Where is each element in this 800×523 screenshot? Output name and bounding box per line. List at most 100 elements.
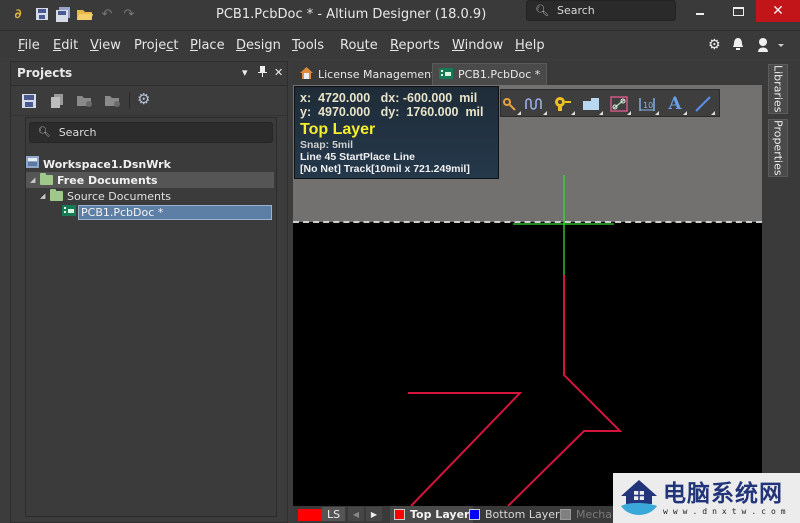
menu-route[interactable]: Route — [340, 38, 378, 53]
heads-up-display: x: 4720.000 dx: -600.000 mil y: 4970.000… — [294, 86, 499, 179]
track-existing — [408, 392, 523, 506]
menu-accelerator: P — [190, 38, 198, 53]
dimension-icon[interactable]: 10 — [635, 93, 659, 115]
top-layer-swatch — [394, 509, 405, 520]
tree-item-pcb1[interactable]: PCB1.PcbDoc * — [62, 204, 272, 220]
pad-icon[interactable] — [551, 93, 575, 115]
project-tree: 🔍︎ Search Workspace1.DsnWrk ◢ Free Docum… — [25, 117, 277, 517]
component-icon[interactable] — [607, 93, 631, 115]
menu-accelerator: u — [356, 38, 365, 53]
scroll-right-icon[interactable]: ▶ — [366, 507, 382, 521]
menu-tools[interactable]: Tools — [292, 38, 324, 53]
menu-accelerator: D — [236, 38, 247, 53]
polygon-icon[interactable] — [579, 93, 603, 115]
mechanical-layer-swatch — [560, 509, 571, 520]
save-project-icon[interactable] — [22, 93, 38, 108]
panel-search-input[interactable]: 🔍︎ Search — [29, 122, 273, 143]
menu-help[interactable]: Help — [515, 38, 545, 53]
close-button[interactable]: ✕ — [756, 0, 800, 22]
search-placeholder: Search — [58, 126, 97, 139]
hud-snap: Snap: 5mil — [300, 139, 354, 151]
add-folder-icon[interactable] — [77, 93, 93, 107]
panel-close-icon[interactable]: ✕ — [274, 66, 283, 79]
pcb-doc-icon — [62, 205, 76, 219]
panel-toolbar: ⚙ — [11, 86, 287, 116]
panel-menu-icon[interactable]: ▾ — [242, 66, 248, 79]
panel-title: Projects — [17, 66, 73, 80]
layer-tab-bottom[interactable]: Bottom Layer — [465, 506, 564, 523]
svg-text:10: 10 — [643, 101, 653, 110]
app-logo-icon[interactable]: ∂ — [10, 6, 26, 22]
remove-folder-icon[interactable] — [105, 93, 121, 107]
copy-project-icon[interactable] — [50, 93, 66, 108]
home-icon — [300, 66, 313, 82]
menu-accelerator: V — [90, 38, 99, 53]
scroll-left-icon[interactable]: ◀ — [348, 507, 364, 521]
diff-pair-icon[interactable] — [523, 93, 547, 115]
hud-x-row: x: 4720.000 dx: -600.000 mil — [300, 91, 478, 105]
current-layer-swatch — [298, 508, 322, 521]
expand-arrow-icon[interactable]: ◢ — [40, 192, 50, 200]
tree-item-free-documents[interactable]: ◢ Free Documents — [26, 172, 274, 188]
user-icon[interactable] — [756, 37, 784, 57]
tab-license-management[interactable]: License Management — [294, 63, 441, 85]
expand-arrow-icon[interactable]: ◢ — [30, 176, 40, 184]
settings-icon[interactable]: ⚙ — [137, 90, 153, 108]
menu-design[interactable]: Design — [236, 38, 281, 53]
current-layer-color[interactable] — [298, 506, 322, 523]
save-icon[interactable] — [34, 6, 50, 22]
menu-file[interactable]: File — [18, 38, 40, 53]
redo-icon[interactable]: ↷ — [121, 6, 137, 22]
window-title: PCB1.PcbDoc * - Altium Designer (18.0.9) — [216, 7, 487, 22]
workspace-icon — [26, 156, 40, 172]
pcb-icon — [439, 67, 453, 82]
menu-project[interactable]: Project — [134, 38, 179, 53]
watermark-url: www.dnxtw.com — [663, 506, 791, 516]
layer-set-button[interactable]: LS — [322, 507, 346, 521]
search-icon: 🔍︎ — [535, 4, 549, 17]
track-in-progress — [507, 275, 623, 506]
bell-icon[interactable] — [732, 37, 744, 55]
search-placeholder: Search — [556, 4, 595, 17]
global-search-input[interactable]: 🔍︎ Search — [526, 0, 676, 21]
menu-accelerator: c — [166, 38, 174, 53]
toolbar-divider — [129, 92, 130, 109]
title-bar: ∂ ↶ ↷ PCB1.PcbDoc * - Altium Designer (1… — [0, 0, 800, 30]
open-folder-icon[interactable] — [77, 6, 93, 22]
save-all-icon[interactable] — [55, 6, 71, 22]
interactive-route-icon[interactable] — [497, 93, 521, 115]
line-icon[interactable] — [691, 93, 715, 115]
menu-accelerator: T — [292, 38, 298, 53]
properties-tab[interactable]: Properties — [768, 119, 788, 177]
menu-accelerator: R — [390, 38, 399, 53]
watermark-title: 电脑系统网 — [663, 479, 783, 507]
menu-window[interactable]: Window — [452, 38, 503, 53]
maximize-icon — [732, 6, 744, 16]
hud-layer: Top Layer — [300, 121, 376, 138]
folder-icon — [50, 189, 63, 201]
menu-accelerator: W — [452, 38, 465, 53]
menu-view[interactable]: View — [90, 38, 121, 53]
pcb-canvas[interactable]: x: 4720.000 dx: -600.000 mil y: 4970.000… — [293, 85, 762, 506]
string-icon[interactable]: A — [663, 93, 687, 115]
gear-icon[interactable]: ⚙ — [708, 37, 721, 53]
menu-reports[interactable]: Reports — [390, 38, 440, 53]
document-tabs: License Management PCB1.PcbDoc * — [292, 61, 762, 85]
tab-pcb1[interactable]: PCB1.PcbDoc * — [432, 63, 548, 85]
maximize-button[interactable] — [718, 0, 758, 22]
undo-icon[interactable]: ↶ — [99, 6, 115, 22]
menu-accelerator: E — [53, 38, 62, 53]
pin-icon[interactable] — [258, 66, 267, 80]
libraries-tab[interactable]: Libraries — [768, 64, 788, 114]
menu-edit[interactable]: Edit — [53, 38, 78, 53]
hud-track: [No Net] Track[10mil x 721.249mil] — [300, 163, 470, 175]
menu-place[interactable]: Place — [190, 38, 225, 53]
panel-header: Projects ▾ ✕ — [11, 62, 287, 86]
watermark-house-icon — [621, 480, 657, 515]
layer-tab-top[interactable]: Top Layer — [390, 506, 474, 523]
tree-item-workspace[interactable]: Workspace1.DsnWrk — [26, 156, 171, 172]
minimize-button[interactable] — [680, 0, 720, 22]
menu-bar: File Edit View Project Place Design Tool… — [0, 30, 800, 58]
projects-panel: Projects ▾ ✕ ⚙ 🔍︎ Search Workspace1.DsnW… — [10, 61, 288, 523]
tree-item-source-documents[interactable]: ◢ Source Documents — [40, 188, 171, 204]
